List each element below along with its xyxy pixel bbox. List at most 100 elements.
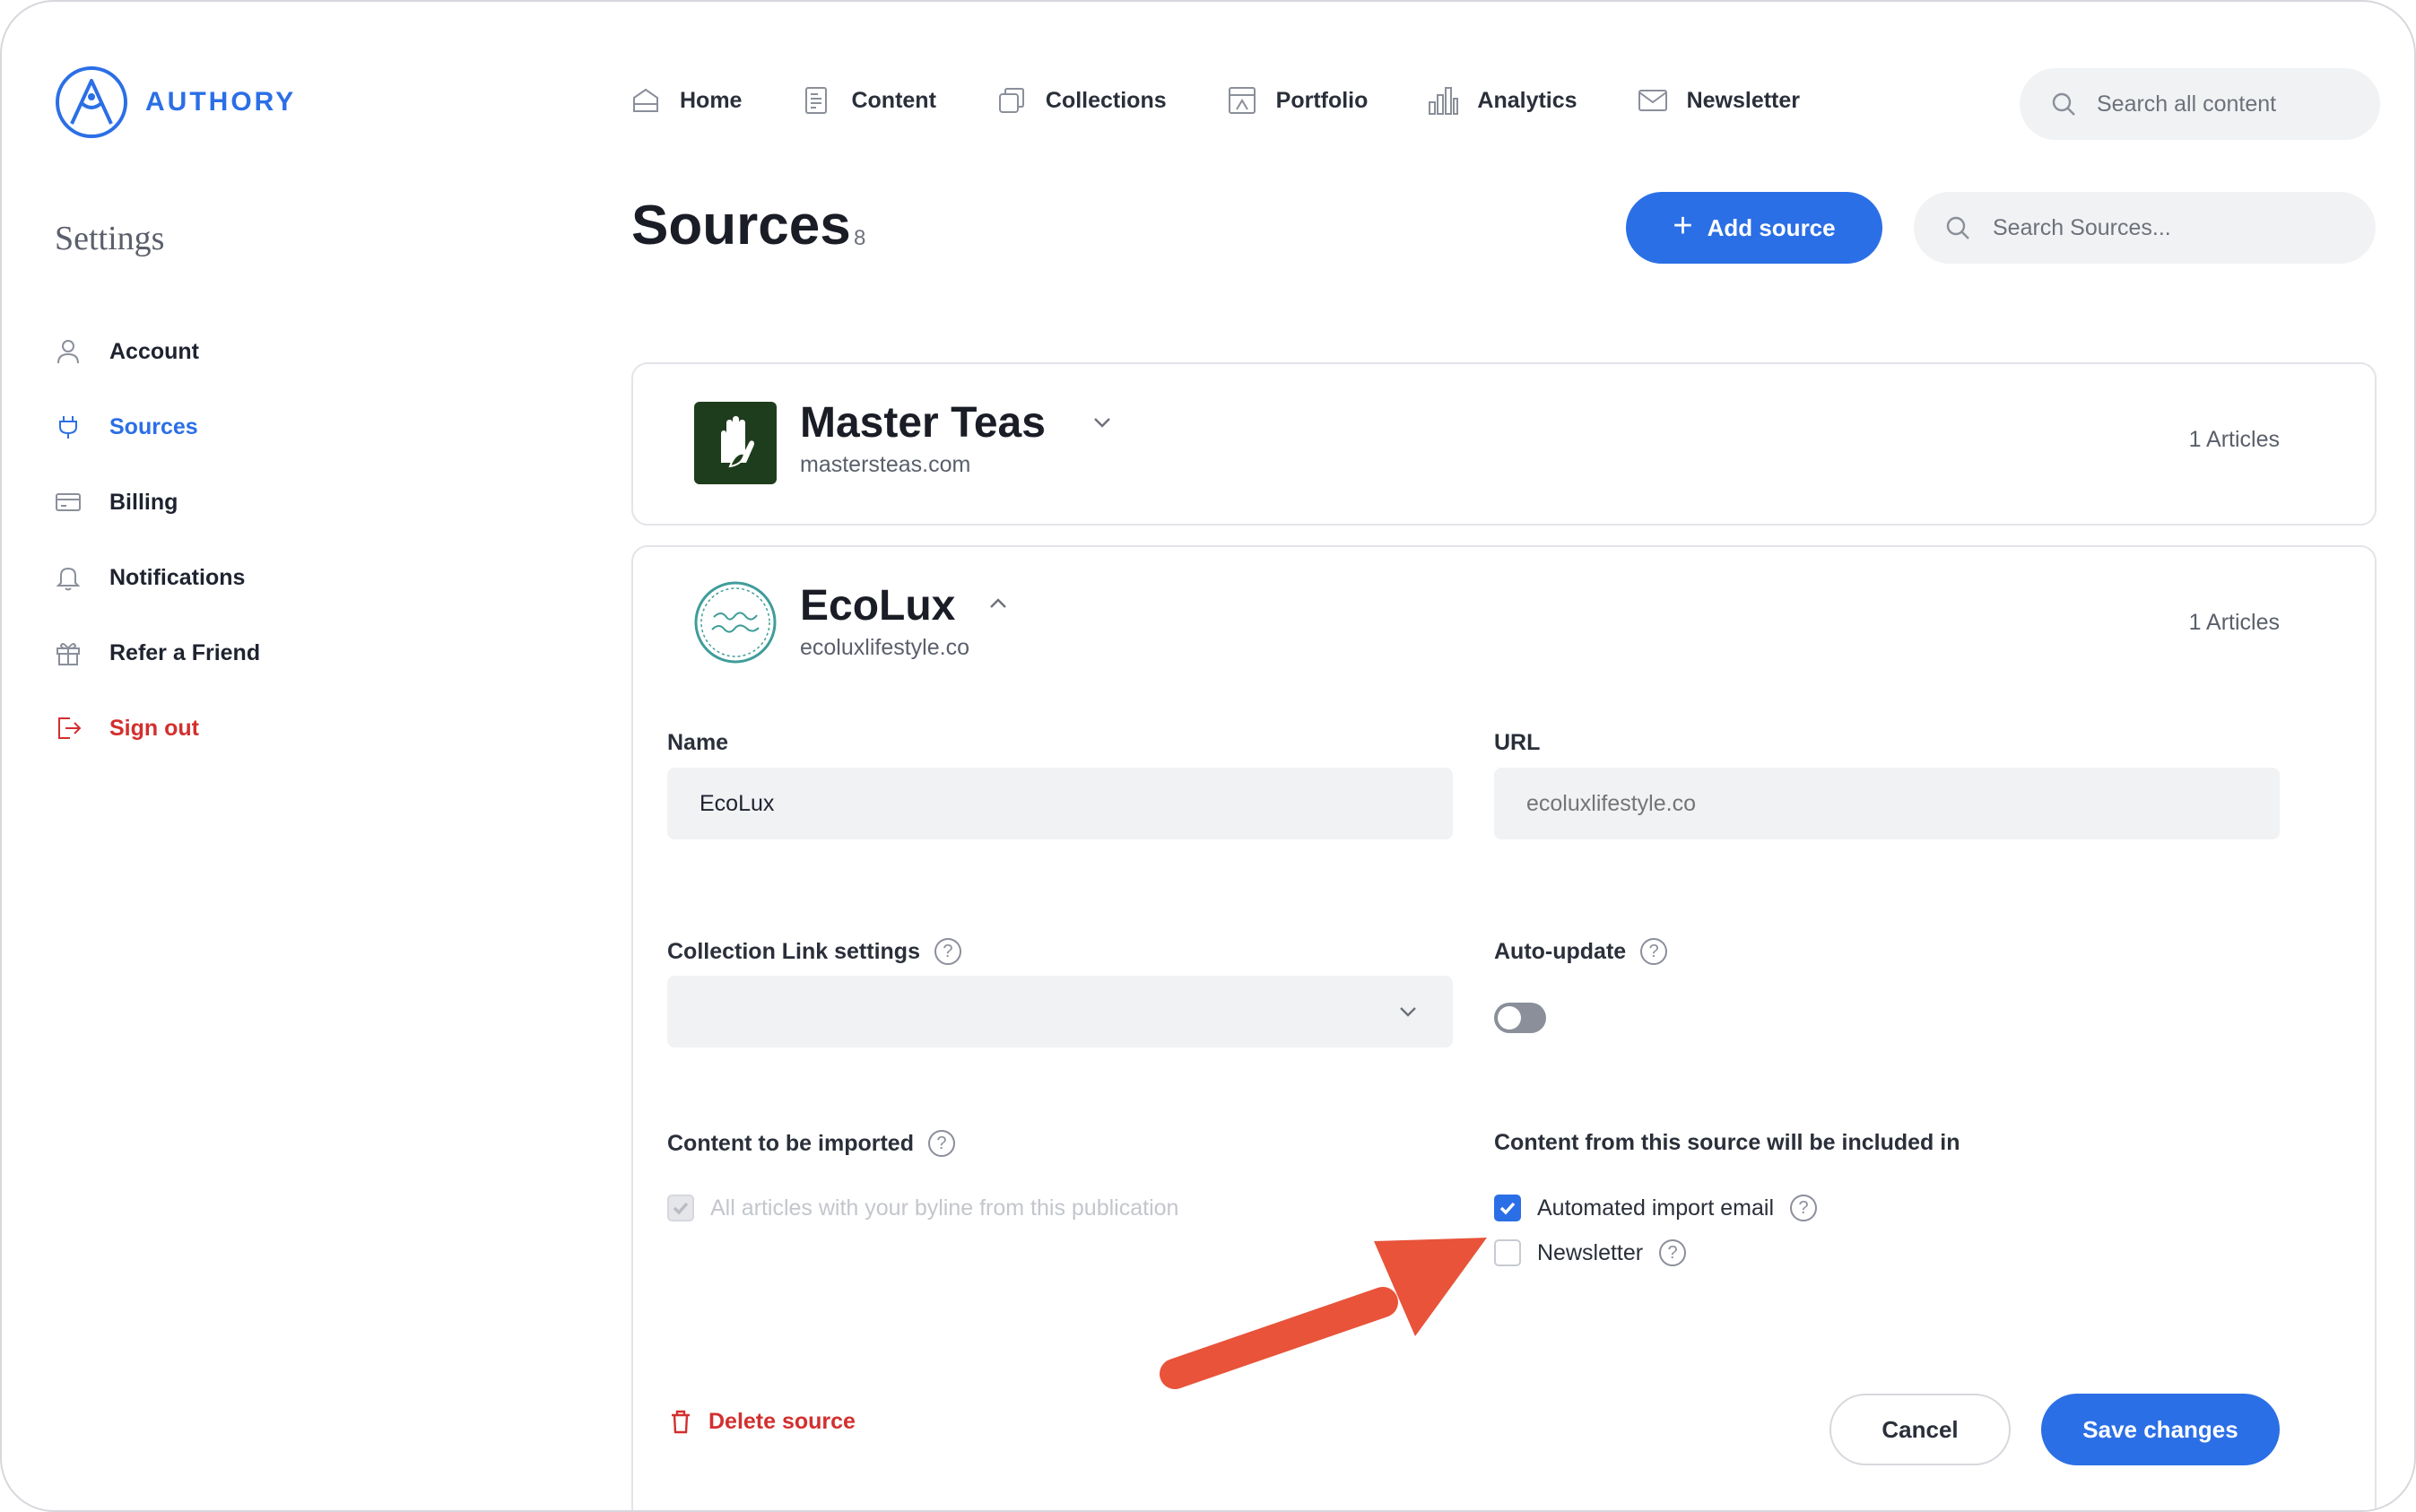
nav-collections[interactable]: Collections [995, 77, 1167, 124]
sources-search-input[interactable] [1993, 214, 2351, 241]
plug-icon [59, 416, 77, 439]
content-imported-label-text: Content to be imported [667, 1130, 914, 1156]
included-option-newsletter[interactable]: Newsletter ? [1494, 1239, 1687, 1266]
sign-out-icon [58, 717, 82, 739]
authory-logo-icon [56, 66, 127, 138]
save-changes-button[interactable]: Save changes [2041, 1394, 2280, 1465]
sidebar-item-refer[interactable]: Refer a Friend [54, 615, 260, 691]
ecolux-logo [694, 581, 777, 664]
source-url: mastersteas.com [800, 452, 971, 477]
sidebar-item-account[interactable]: Account [54, 314, 260, 389]
top-nav: Home Content Collections Portfolio Analy… [630, 77, 1859, 124]
gift-icon [56, 643, 80, 665]
settings-sidebar: Account Sources Billing Notifications Re… [54, 314, 260, 766]
checkmark-icon [673, 1202, 689, 1215]
bar-chart-icon [1429, 87, 1459, 115]
nav-home[interactable]: Home [630, 77, 742, 124]
sidebar-item-sign-out[interactable]: Sign out [54, 691, 260, 766]
sidebar-item-label: Refer a Friend [109, 639, 261, 665]
document-icon [805, 87, 828, 114]
auto-update-toggle[interactable] [1494, 1003, 1546, 1033]
sidebar-item-label: Sign out [109, 715, 199, 741]
sidebar-item-sources[interactable]: Sources [54, 389, 260, 465]
automated-email-checkbox[interactable] [1494, 1195, 1521, 1221]
card-icon [56, 493, 81, 511]
help-icon[interactable]: ? [1659, 1239, 1687, 1266]
help-icon[interactable]: ? [934, 938, 961, 965]
help-icon[interactable]: ? [1640, 938, 1668, 965]
nav-collections-label: Collections [1045, 87, 1167, 113]
sources-search[interactable] [1914, 192, 2376, 264]
article-count: 1 Articles [2188, 427, 2280, 452]
url-input[interactable] [1494, 768, 2280, 839]
nav-newsletter[interactable]: Newsletter [1637, 77, 1800, 124]
checkmark-icon [1499, 1202, 1516, 1215]
chevron-down-icon[interactable] [1089, 409, 1116, 436]
mail-icon [1638, 90, 1667, 111]
name-input[interactable] [667, 768, 1453, 839]
sidebar-item-billing[interactable]: Billing [54, 465, 260, 540]
search-icon [2052, 92, 2075, 116]
nav-analytics[interactable]: Analytics [1427, 77, 1577, 124]
delete-source-button[interactable]: Delete source [667, 1408, 856, 1435]
nav-portfolio[interactable]: Portfolio [1226, 77, 1369, 124]
delete-source-label: Delete source [708, 1408, 856, 1434]
source-name: Master Teas [800, 399, 1046, 447]
collection-link-label-text: Collection Link settings [667, 938, 920, 964]
nav-content[interactable]: Content [801, 77, 936, 124]
plus-icon: + [1673, 207, 1693, 245]
url-label-text: URL [1494, 730, 1541, 755]
add-source-label: Add source [1707, 213, 1836, 241]
import-option-label: All articles with your byline from this … [710, 1195, 1179, 1221]
auto-update-label: Auto-update ? [1494, 938, 1668, 965]
article-count: 1 Articles [2188, 610, 2280, 635]
user-icon [57, 340, 79, 364]
authory-logo[interactable]: AUTHORY [54, 65, 296, 140]
source-name: EcoLux [800, 582, 956, 630]
search-icon [1946, 216, 1969, 239]
nav-content-label: Content [851, 87, 936, 113]
chevron-up-icon[interactable] [985, 590, 1012, 617]
import-option-checkbox[interactable] [667, 1195, 694, 1221]
automated-email-label: Automated import email [1537, 1195, 1775, 1221]
collection-link-select[interactable] [667, 976, 1453, 1047]
page-title: Sources [631, 195, 851, 256]
home-icon [633, 88, 658, 112]
content-imported-label: Content to be imported ? [667, 1130, 955, 1157]
auto-update-label-text: Auto-update [1494, 938, 1627, 964]
name-label-text: Name [667, 730, 729, 755]
help-icon[interactable]: ? [927, 1130, 955, 1157]
master-teas-logo [694, 402, 777, 484]
source-card-master-teas[interactable]: Master Teas mastersteas.com 1 Articles [631, 362, 2377, 526]
portfolio-icon [1228, 87, 1256, 114]
add-source-button[interactable]: + Add source [1626, 192, 1882, 264]
collection-link-label: Collection Link settings ? [667, 938, 961, 965]
included-option-automated-email[interactable]: Automated import email ? [1494, 1195, 1818, 1221]
settings-title: Settings [55, 220, 165, 257]
collections-icon [998, 88, 1024, 113]
logo-text: AUTHORY [145, 87, 297, 117]
import-option-row: All articles with your byline from this … [667, 1195, 1178, 1221]
included-in-label-text: Content from this source will be include… [1494, 1130, 1960, 1155]
source-card-ecolux: EcoLux ecoluxlifestyle.co 1 Articles Nam… [631, 545, 2377, 1510]
bell-icon [56, 567, 81, 591]
trash-icon [672, 1410, 690, 1434]
sidebar-item-label: Billing [109, 489, 178, 515]
url-label: URL [1494, 730, 1540, 756]
included-in-label: Content from this source will be include… [1494, 1130, 1960, 1156]
newsletter-label: Newsletter [1537, 1239, 1644, 1265]
cancel-button[interactable]: Cancel [1829, 1394, 2011, 1465]
annotation-arrow-icon [1160, 1238, 1487, 1389]
nav-home-label: Home [680, 87, 743, 113]
nav-newsletter-label: Newsletter [1686, 87, 1801, 113]
chevron-down-icon [1400, 1007, 1416, 1017]
sources-count: 8 [854, 226, 866, 250]
global-search[interactable] [2020, 68, 2380, 140]
sidebar-item-label: Account [109, 338, 199, 364]
global-search-input[interactable] [2097, 91, 2348, 117]
sidebar-item-notifications[interactable]: Notifications [54, 540, 260, 615]
help-icon[interactable]: ? [1790, 1195, 1818, 1221]
name-label: Name [667, 730, 728, 756]
sidebar-item-label: Sources [109, 413, 198, 439]
nav-portfolio-label: Portfolio [1275, 87, 1369, 113]
